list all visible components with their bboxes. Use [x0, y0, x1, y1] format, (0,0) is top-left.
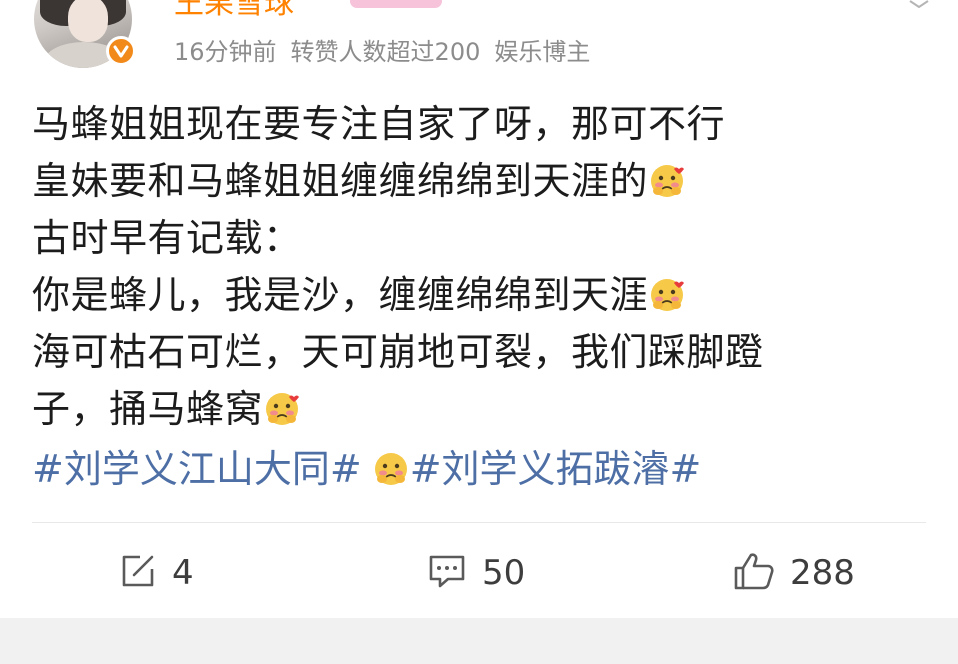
verified-badge-icon	[106, 36, 136, 66]
post-line: 你是蜂儿，我是沙，缠缠绵绵到天涯	[32, 267, 932, 324]
like-button[interactable]: 288	[732, 542, 855, 604]
blush-emoji-icon	[372, 446, 410, 485]
post-line: 子，捅马蜂窝	[32, 381, 932, 438]
username-badge	[350, 0, 442, 8]
blush-emoji-icon	[263, 386, 301, 425]
more-options-icon[interactable]	[908, 0, 930, 9]
comment-button[interactable]: 50	[426, 542, 525, 604]
post-meta: 16分钟前 转赞人数超过200 娱乐博主	[174, 32, 590, 67]
post-line: 马蜂姐姐现在要专注自家了呀，那可不行	[32, 102, 726, 146]
username[interactable]: 王果雪球	[174, 0, 294, 22]
post-line: 海可枯石可烂，天可崩地可裂，我们踩脚蹬	[32, 330, 764, 374]
divider	[32, 522, 926, 523]
hashtag-link[interactable]: #刘学义拓跋濬#	[410, 447, 702, 491]
comment-icon	[426, 551, 468, 595]
repost-icon	[118, 551, 158, 595]
hashtag-link[interactable]: #刘学义江山大同#	[32, 447, 362, 491]
hashtag-row: #刘学义江山大同# #刘学义拓跋濬#	[32, 441, 701, 498]
post-time: 16分钟前	[174, 38, 277, 66]
author-category: 娱乐博主	[494, 38, 591, 66]
post-line: 古时早有记载：	[32, 216, 302, 260]
blush-emoji-icon	[648, 272, 686, 311]
avatar-face	[68, 0, 108, 42]
post-line: 皇妹要和马蜂姐姐缠缠绵绵到天涯的	[32, 153, 932, 210]
footer-separator	[0, 618, 958, 664]
action-bar: 4 50 288	[0, 542, 958, 604]
repost-note: 转赞人数超过200	[290, 38, 481, 66]
post-body: 马蜂姐姐现在要专注自家了呀，那可不行 皇妹要和马蜂姐姐缠缠绵绵到天涯的 古时早有…	[32, 96, 932, 438]
repost-count: 4	[172, 553, 194, 593]
blush-emoji-icon	[648, 158, 686, 197]
thumbs-up-icon	[732, 550, 776, 596]
like-count: 288	[790, 553, 855, 593]
comment-count: 50	[482, 553, 526, 593]
repost-button[interactable]: 4	[118, 542, 194, 604]
